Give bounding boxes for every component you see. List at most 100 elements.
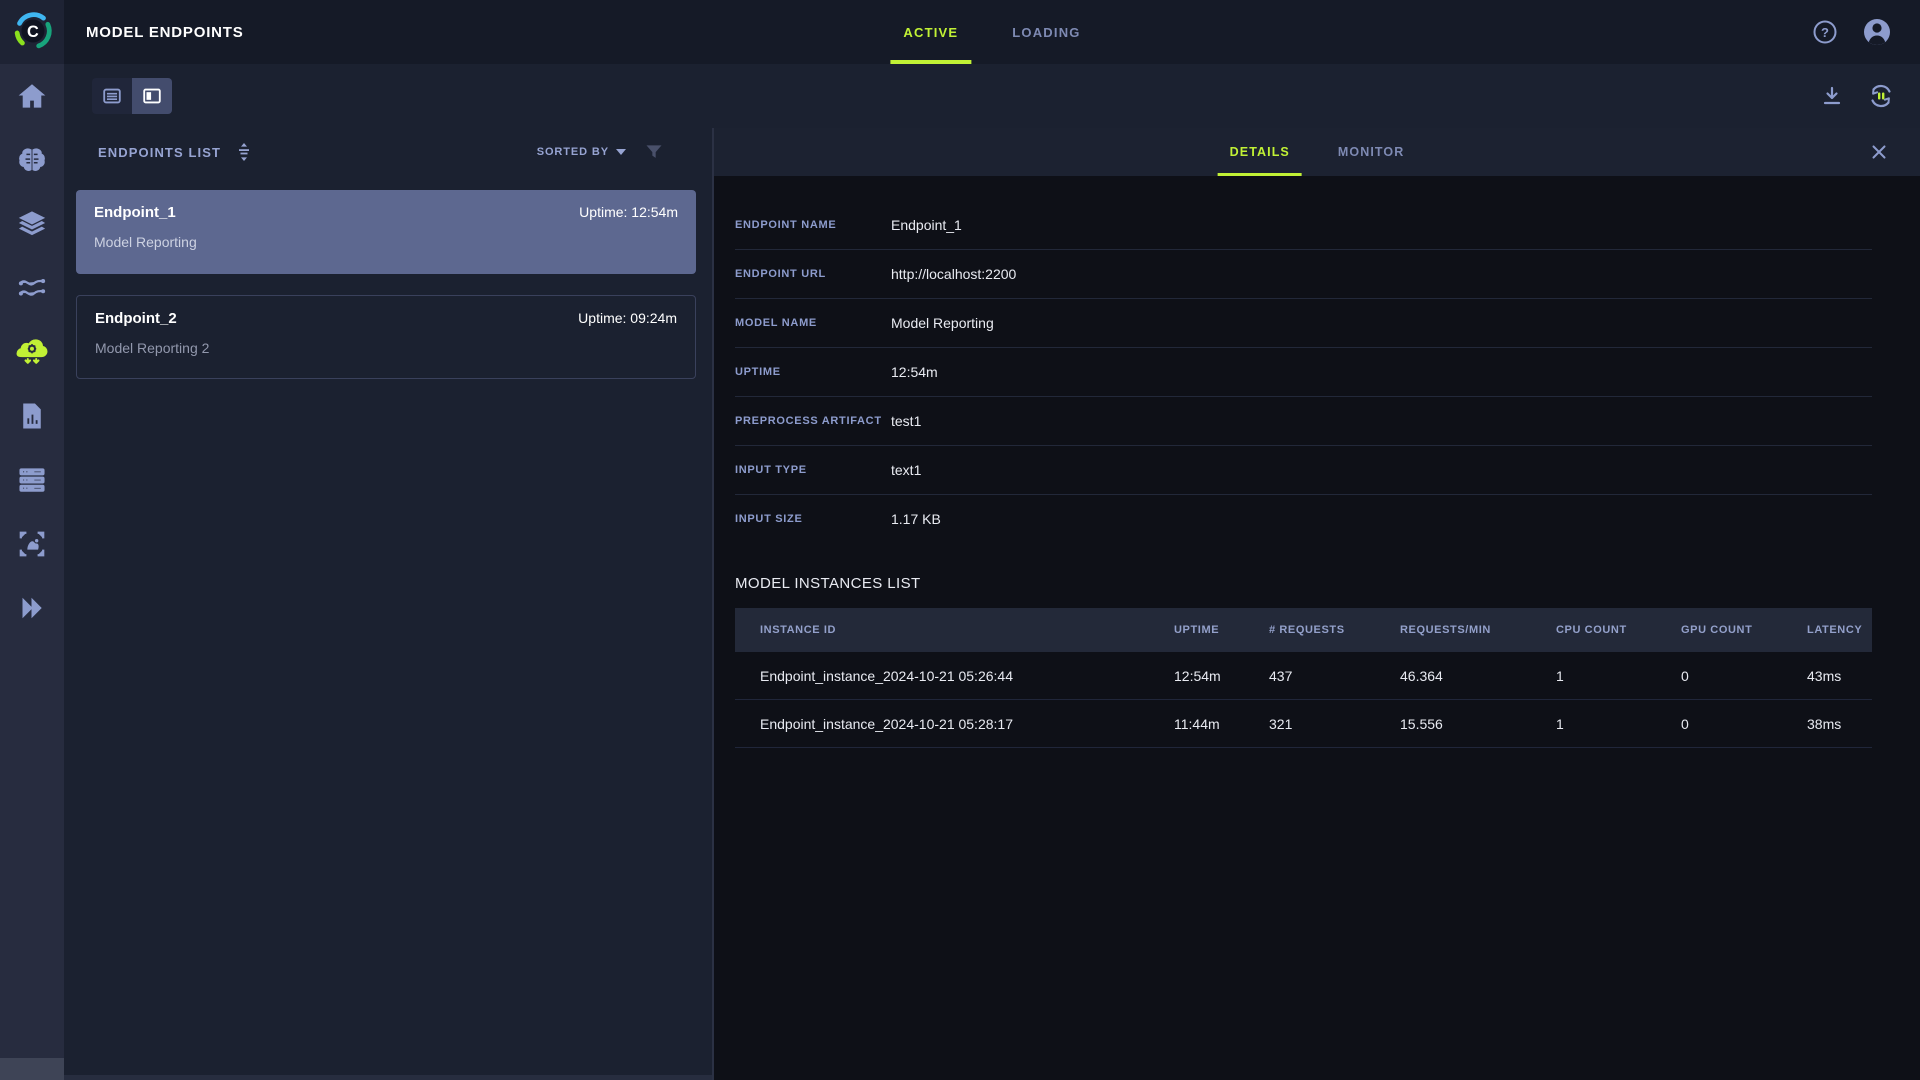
sidebar-item-reports[interactable] bbox=[0, 384, 64, 448]
sort-tune-icon[interactable] bbox=[235, 142, 253, 162]
field-label: ENDPOINT URL bbox=[735, 268, 826, 280]
endpoint-card-1[interactable]: Endpoint_1 Uptime: 12:54m Model Reportin… bbox=[76, 190, 696, 274]
field-value: text1 bbox=[891, 462, 922, 478]
sidebar-item-pipelines[interactable] bbox=[0, 256, 64, 320]
endpoints-list-header: ENDPOINTS LIST SORTED BY bbox=[64, 128, 712, 176]
tab-monitor[interactable]: MONITOR bbox=[1326, 128, 1417, 176]
endpoint-uptime: Uptime: 12:54m bbox=[579, 204, 678, 220]
field-label: ENDPOINT NAME bbox=[735, 218, 837, 231]
sidebar-nav bbox=[0, 64, 64, 640]
field-endpoint-name: ENDPOINT NAME Endpoint_1 bbox=[735, 200, 1872, 249]
endpoint-model: Model Reporting 2 bbox=[95, 340, 210, 356]
auto-refresh-button[interactable] bbox=[1868, 83, 1894, 109]
tab-active-label: ACTIVE bbox=[903, 24, 959, 40]
help-button[interactable]: ? bbox=[1812, 19, 1838, 45]
toolbar-actions bbox=[1820, 83, 1894, 109]
sidebar-item-projects[interactable] bbox=[0, 128, 64, 192]
sidebar-footer bbox=[0, 1058, 64, 1080]
tab-details[interactable]: DETAILS bbox=[1217, 128, 1303, 176]
tab-loading[interactable]: LOADING bbox=[999, 0, 1093, 64]
col-instance-id: INSTANCE ID bbox=[760, 624, 837, 636]
details-panel-header: DETAILS MONITOR bbox=[714, 128, 1920, 176]
details-view-icon bbox=[143, 88, 161, 104]
sidebar: C bbox=[0, 0, 64, 1080]
horizontal-scrollbar[interactable] bbox=[64, 1075, 712, 1080]
endpoints-list-title: ENDPOINTS LIST bbox=[98, 144, 222, 160]
field-value: http://localhost:2200 bbox=[891, 266, 1017, 282]
details-body: ENDPOINT NAME Endpoint_1 ENDPOINT URL ht… bbox=[714, 176, 1920, 1080]
col-latency: LATENCY bbox=[1807, 624, 1863, 636]
field-uptime: UPTIME 12:54m bbox=[735, 347, 1872, 396]
table-view-icon bbox=[103, 88, 121, 104]
download-button[interactable] bbox=[1820, 84, 1844, 108]
servers-icon bbox=[19, 468, 45, 492]
cell-requests-min: 15.556 bbox=[1400, 715, 1443, 732]
double-chevron-right-icon bbox=[22, 597, 42, 619]
field-label: INPUT TYPE bbox=[735, 464, 807, 476]
sidebar-item-home[interactable] bbox=[0, 64, 64, 128]
cell-latency: 38ms bbox=[1807, 715, 1842, 732]
col-uptime: UPTIME bbox=[1174, 624, 1220, 636]
table-row[interactable]: Endpoint_instance_2024-10-21 05:28:17 11… bbox=[735, 700, 1872, 748]
pipelines-icon bbox=[18, 279, 46, 296]
endpoint-card-2[interactable]: Endpoint_2 Uptime: 09:24m Model Reportin… bbox=[76, 295, 696, 379]
app-root: C MODEL ENDPOINTS ACTIVE LOADING ? ENDPO… bbox=[0, 0, 1920, 1080]
endpoint-state-tabs: ACTIVE LOADING bbox=[890, 0, 1093, 64]
endpoint-name: Endpoint_1 bbox=[94, 204, 176, 221]
tab-monitor-label: MONITOR bbox=[1337, 145, 1405, 159]
details-tabs: DETAILS MONITOR bbox=[1217, 128, 1417, 176]
brain-icon bbox=[19, 148, 45, 171]
field-model-name: MODEL NAME Model Reporting bbox=[735, 298, 1872, 347]
cell-requests-min: 46.364 bbox=[1400, 667, 1443, 684]
view-toggle-group bbox=[92, 78, 172, 114]
field-label: PREPROCESS ARTIFACT bbox=[735, 415, 882, 427]
main-area: MODEL ENDPOINTS ACTIVE LOADING ? ENDPOIN… bbox=[64, 0, 1920, 1080]
sidebar-item-workers-queues[interactable] bbox=[0, 448, 64, 512]
download-icon bbox=[1823, 86, 1841, 105]
col-requests-min: REQUESTS/MIN bbox=[1400, 624, 1491, 636]
table-row[interactable]: Endpoint_instance_2024-10-21 05:26:44 12… bbox=[735, 652, 1872, 700]
sorted-by-label: SORTED BY bbox=[536, 146, 609, 158]
cell-gpu-count: 0 bbox=[1681, 715, 1689, 732]
sorted-by-dropdown[interactable]: SORTED BY bbox=[537, 146, 626, 158]
help-icon: ? bbox=[1813, 20, 1837, 44]
app-logo[interactable]: C bbox=[0, 0, 64, 64]
cell-gpu-count: 0 bbox=[1681, 667, 1689, 684]
endpoint-cards: Endpoint_1 Uptime: 12:54m Model Reportin… bbox=[64, 176, 712, 379]
field-preprocess-artifact: PREPROCESS ARTIFACT test1 bbox=[735, 396, 1872, 445]
topbar-actions: ? bbox=[1812, 15, 1920, 49]
svg-text:?: ? bbox=[1821, 25, 1829, 40]
cell-instance-id: Endpoint_instance_2024-10-21 05:28:17 bbox=[760, 715, 1013, 732]
filter-icon[interactable] bbox=[644, 142, 664, 162]
user-avatar-icon bbox=[1864, 19, 1890, 45]
field-label: INPUT SIZE bbox=[735, 513, 803, 525]
field-label: MODEL NAME bbox=[735, 317, 817, 329]
user-menu-button[interactable] bbox=[1860, 15, 1894, 49]
field-endpoint-url: ENDPOINT URL http://localhost:2200 bbox=[735, 249, 1872, 298]
sidebar-item-datasets[interactable] bbox=[0, 192, 64, 256]
cell-uptime: 12:54m bbox=[1174, 667, 1221, 684]
model-instances-title: MODEL INSTANCES LIST bbox=[735, 575, 921, 592]
close-details-button[interactable] bbox=[1868, 141, 1890, 163]
sidebar-item-model-serving[interactable] bbox=[0, 320, 64, 384]
home-icon bbox=[18, 84, 46, 108]
table-view-button[interactable] bbox=[92, 78, 132, 114]
report-doc-icon bbox=[23, 403, 41, 429]
sidebar-item-expand[interactable] bbox=[0, 576, 64, 640]
field-value: Model Reporting bbox=[891, 315, 994, 331]
cell-cpu-count: 1 bbox=[1556, 715, 1564, 732]
svg-text:C: C bbox=[27, 23, 39, 41]
tab-active[interactable]: ACTIVE bbox=[890, 0, 972, 64]
endpoints-list-panel: ENDPOINTS LIST SORTED BY Endpoint_1 Upti… bbox=[64, 128, 714, 1080]
sidebar-item-hyper-datasets[interactable] bbox=[0, 512, 64, 576]
tab-loading-label: LOADING bbox=[1012, 24, 1081, 40]
layers-icon bbox=[18, 211, 46, 236]
endpoint-model: Model Reporting bbox=[94, 234, 197, 250]
cell-uptime: 11:44m bbox=[1174, 715, 1220, 732]
annotation-frame-icon bbox=[19, 531, 45, 557]
details-view-button[interactable] bbox=[132, 78, 172, 114]
col-gpu-count: GPU COUNT bbox=[1681, 624, 1753, 636]
clearml-logo-icon: C bbox=[14, 12, 52, 49]
toolbar bbox=[64, 64, 1920, 128]
field-value: 12:54m bbox=[891, 364, 938, 380]
